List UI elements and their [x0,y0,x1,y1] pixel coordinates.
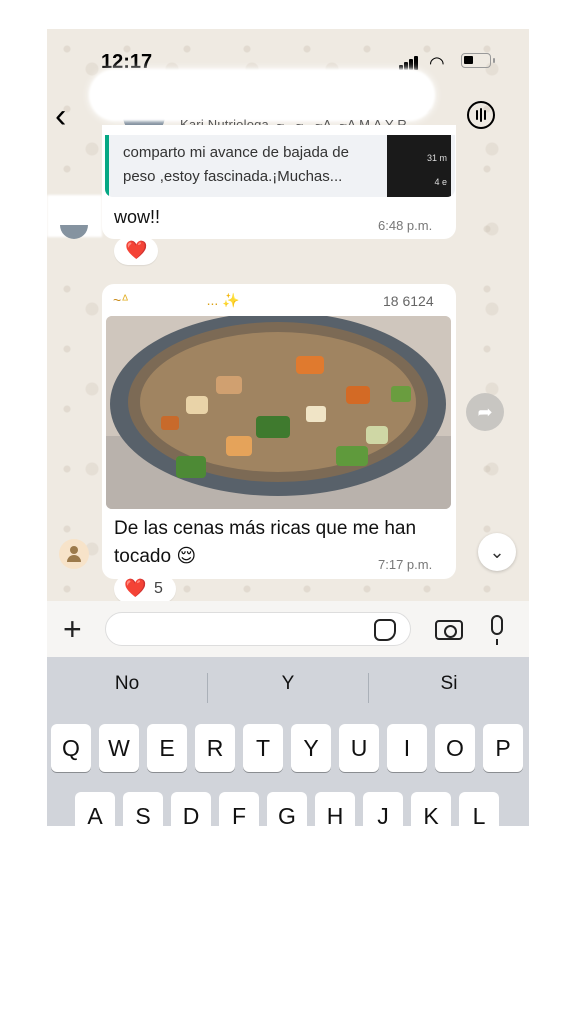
key-o[interactable]: O [435,724,475,772]
compose-bar: + [47,601,529,657]
battery-icon [461,53,495,68]
signal-icon [399,56,419,70]
redacted-sender [147,286,197,310]
message-input[interactable] [105,612,411,646]
suggestion-2[interactable]: Y [208,673,368,695]
key-f[interactable]: F [219,792,259,826]
quoted-thumbnail: 31 m 4 e [387,135,451,197]
key-e[interactable]: E [147,724,187,772]
mic-icon[interactable] [491,615,503,645]
quoted-message[interactable]: comparto mi avance de bajada de peso ,es… [105,135,455,197]
key-j[interactable]: J [363,792,403,826]
message-time-2: 7:17 p.m. [378,557,433,572]
sender-phone: 18 6124 [383,293,434,309]
sender-prefix: ~ [113,292,122,308]
key-i[interactable]: I [387,724,427,772]
key-g[interactable]: G [267,792,307,826]
chevron-down-icon[interactable]: ⌄ [478,533,516,571]
quoted-text: comparto mi avance de bajada de peso ,es… [123,144,349,185]
heart-icon: ❤️ [124,578,147,598]
thumb-time: 31 m [426,153,447,163]
key-a[interactable]: A [75,792,115,826]
key-r[interactable]: R [195,724,235,772]
key-k[interactable]: K [411,792,451,826]
key-y[interactable]: Y [291,724,331,772]
message-time-1: 6:48 p.m. [378,218,433,233]
phone-screen: 12:17 ◠ ‹ Kari Nutriologa, ~., ~., ~A, ~… [47,29,529,826]
heart-icon: ❤️ [125,240,148,260]
reaction-2[interactable]: ❤️ 5 [114,575,176,603]
message-text-1: wow!! [114,207,161,227]
key-p[interactable]: P [483,724,523,772]
key-h[interactable]: H [315,792,355,826]
key-u[interactable]: U [339,724,379,772]
sticker-icon[interactable] [374,619,396,641]
key-d[interactable]: D [171,792,211,826]
food-photo[interactable] [106,316,451,509]
camera-icon[interactable] [435,620,463,640]
key-l[interactable]: L [459,792,499,826]
quote-accent-bar [105,135,109,197]
plus-icon[interactable]: + [63,613,82,645]
key-t[interactable]: T [243,724,283,772]
voice-chat-icon[interactable] [467,101,495,129]
redacted-group-name [89,69,435,121]
key-q[interactable]: Q [51,724,91,772]
person-icon[interactable] [59,539,89,569]
thumb-size: 4 e [434,177,447,187]
back-arrow-icon[interactable]: ‹ [55,99,66,133]
key-w[interactable]: W [99,724,139,772]
forward-icon[interactable]: ➦ [466,393,504,431]
suggestion-3[interactable]: Si [369,673,529,695]
keyboard: No Y Si Q W E R T Y U I O P A S D F G H … [47,657,529,826]
reaction-1[interactable]: ❤️ [114,237,158,265]
key-s[interactable]: S [123,792,163,826]
reaction-count: 5 [154,580,163,597]
suggestion-1[interactable]: No [47,673,207,695]
sender-suffix: ... ✨ [206,292,240,308]
wifi-icon: ◠ [429,53,445,73]
